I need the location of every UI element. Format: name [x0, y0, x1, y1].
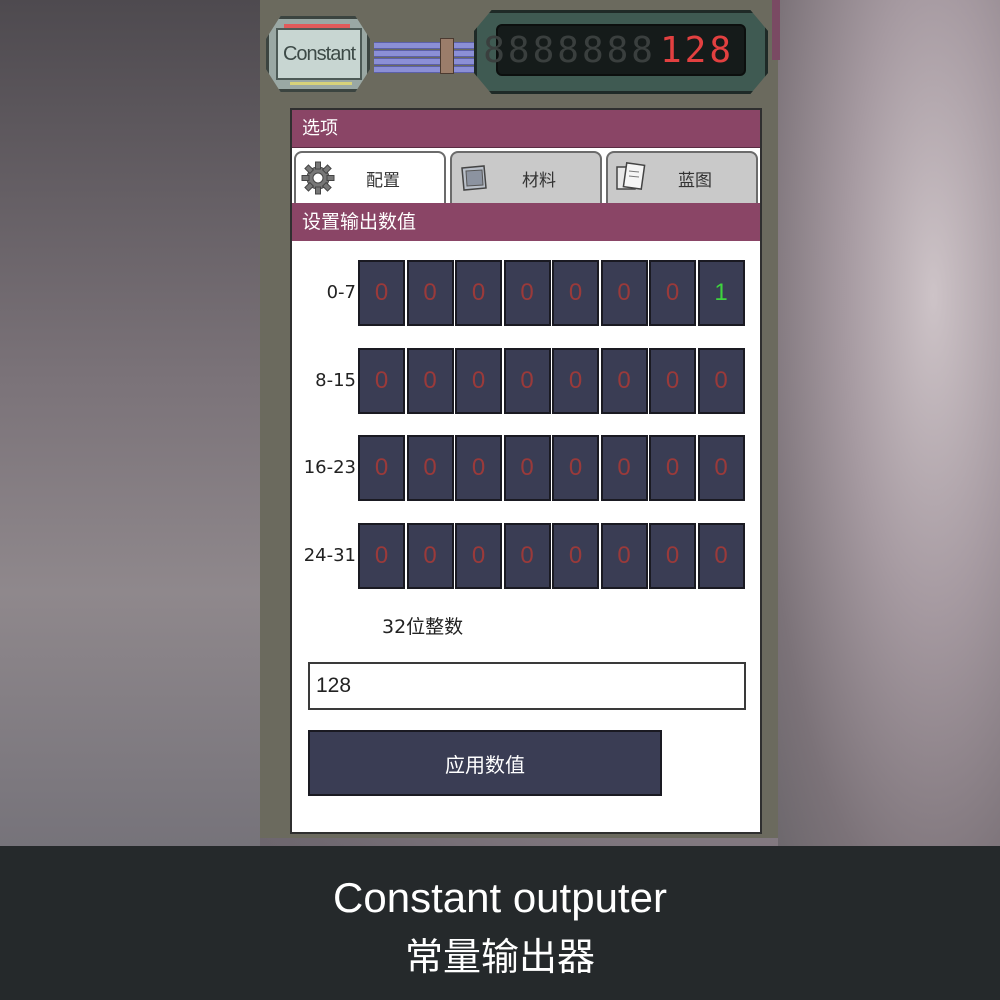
- bit-toggle[interactable]: 0: [600, 260, 648, 326]
- output-display: 8888888 128: [483, 24, 746, 76]
- background-left: [0, 0, 260, 846]
- caption-bar: Constant outputer 常量输出器: [0, 846, 1000, 1000]
- tab-bar: 配置 材料 蓝图: [294, 151, 758, 203]
- bit-toggle[interactable]: 0: [503, 523, 551, 589]
- bit-toggle[interactable]: 0: [358, 260, 405, 326]
- bit-row-label: 0-7: [326, 282, 356, 303]
- section-title: 设置输出数值: [292, 203, 760, 241]
- bit-toggle[interactable]: 0: [503, 435, 551, 501]
- bit-toggle[interactable]: 0: [552, 435, 599, 501]
- apply-value-button[interactable]: 应用数值: [308, 730, 662, 796]
- bit-row-label: 24-31: [303, 545, 356, 566]
- bit-toggle[interactable]: 0: [552, 523, 599, 589]
- constant-label: Constant: [276, 28, 362, 80]
- wire-bundle: [374, 38, 486, 74]
- bit-toggle[interactable]: 0: [697, 523, 745, 589]
- bit-toggle[interactable]: 0: [600, 348, 648, 414]
- bit-toggle[interactable]: 0: [358, 435, 405, 501]
- wire: [374, 42, 486, 49]
- bit-toggle[interactable]: 0: [503, 348, 551, 414]
- tab-blueprint[interactable]: 蓝图: [606, 151, 758, 203]
- gear-icon: [300, 160, 336, 196]
- bit-toggle[interactable]: 0: [503, 260, 551, 326]
- bit-toggle[interactable]: 1: [697, 260, 745, 326]
- bit-toggle[interactable]: 0: [697, 435, 745, 501]
- tab-config-label: 配置: [366, 170, 400, 191]
- wire: [374, 50, 486, 57]
- badge-yellow-stripe: [290, 82, 352, 85]
- bit-row: 16-23 0 0 0 0 0 0 0 0: [292, 435, 760, 501]
- bit-toggle[interactable]: 0: [358, 523, 405, 589]
- caption-chinese: 常量输出器: [404, 935, 595, 979]
- bit-toggle[interactable]: 0: [455, 523, 502, 589]
- background-right: [778, 0, 1000, 846]
- display-value: 128: [659, 29, 734, 71]
- tab-config[interactable]: 配置: [294, 151, 446, 203]
- panel-title: 选项: [292, 110, 760, 148]
- caption-english: Constant outputer: [333, 874, 667, 921]
- bit-toggle[interactable]: 0: [697, 348, 745, 414]
- tab-materials[interactable]: 材料: [450, 151, 602, 203]
- bit-toggle[interactable]: 0: [649, 260, 696, 326]
- bit-toggle[interactable]: 0: [358, 348, 405, 414]
- int-label: 32位整数: [382, 616, 464, 638]
- int-value-input[interactable]: [308, 662, 746, 710]
- bit-toggle[interactable]: 0: [600, 523, 648, 589]
- options-panel: 选项 配置 材料 蓝图 设置输出数值 0-7 0 0 0 0 0 0 0 1 8…: [290, 108, 762, 834]
- bit-toggle[interactable]: 0: [455, 260, 502, 326]
- display-ghost-digits: 8888888: [483, 29, 656, 71]
- bit-toggle[interactable]: 0: [406, 435, 454, 501]
- bit-row: 8-15 0 0 0 0 0 0 0 0: [292, 348, 760, 414]
- bit-toggle[interactable]: 0: [649, 523, 696, 589]
- bit-toggle[interactable]: 0: [406, 348, 454, 414]
- wire-connector: [440, 38, 454, 74]
- wire: [374, 66, 486, 73]
- material-icon: [456, 160, 492, 196]
- bit-row-label: 8-15: [315, 370, 356, 391]
- bit-toggle[interactable]: 0: [406, 523, 454, 589]
- bit-row-label: 16-23: [303, 457, 356, 478]
- wire: [374, 58, 486, 65]
- bit-toggle[interactable]: 0: [649, 348, 696, 414]
- tab-materials-label: 材料: [522, 170, 556, 191]
- bit-toggle[interactable]: 0: [406, 260, 454, 326]
- bit-toggle[interactable]: 0: [552, 260, 599, 326]
- bit-toggle[interactable]: 0: [552, 348, 599, 414]
- bit-toggle[interactable]: 0: [455, 435, 502, 501]
- blueprint-icon: [612, 160, 648, 196]
- edge-strip: [772, 0, 780, 60]
- bit-toggle[interactable]: 0: [600, 435, 648, 501]
- tab-blueprint-label: 蓝图: [678, 170, 712, 191]
- bit-row: 24-31 0 0 0 0 0 0 0 0: [292, 523, 760, 589]
- bit-toggle[interactable]: 0: [455, 348, 502, 414]
- bit-toggle[interactable]: 0: [649, 435, 696, 501]
- bit-row: 0-7 0 0 0 0 0 0 0 1: [292, 260, 760, 326]
